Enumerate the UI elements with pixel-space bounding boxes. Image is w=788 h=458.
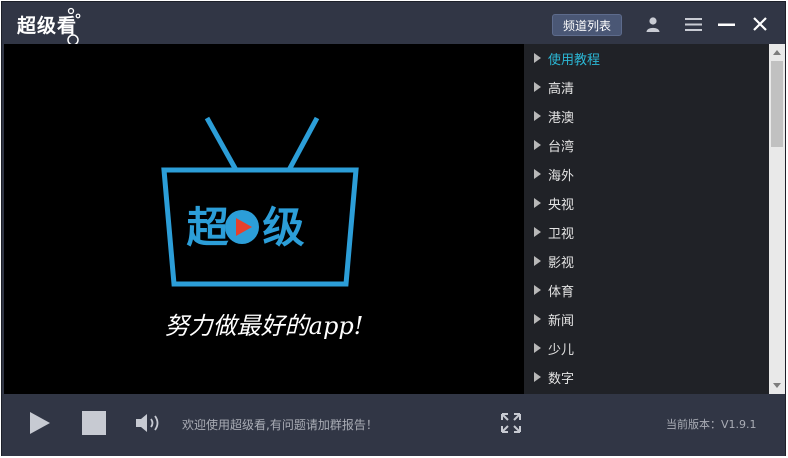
channel-list-scrollbar[interactable] bbox=[769, 44, 785, 394]
stop-icon[interactable] bbox=[82, 411, 106, 435]
expand-arrow-icon bbox=[534, 82, 541, 92]
control-bar: 欢迎使用超级看,有问题请加群报告！ 当前版本：V1.9.1 bbox=[2, 394, 785, 456]
tv-logo-text: 超级 bbox=[186, 203, 339, 252]
channel-item-taiwan[interactable]: 台湾 bbox=[524, 131, 769, 160]
volume-icon[interactable] bbox=[135, 412, 165, 434]
video-player[interactable]: 超级 努力做最好的app! bbox=[4, 44, 524, 394]
menu-icon[interactable] bbox=[682, 13, 704, 35]
close-icon[interactable] bbox=[749, 13, 771, 35]
scroll-up-arrow-icon[interactable] bbox=[769, 44, 785, 60]
channel-item-tutorial[interactable]: 使用教程 bbox=[524, 44, 769, 73]
channel-item-cctv[interactable]: 央视 bbox=[524, 189, 769, 218]
channel-item-overseas[interactable]: 海外 bbox=[524, 160, 769, 189]
channel-item-sports[interactable]: 体育 bbox=[524, 276, 769, 305]
scroll-down-arrow-icon[interactable] bbox=[769, 378, 785, 394]
expand-arrow-icon bbox=[534, 198, 541, 208]
play-icon[interactable] bbox=[29, 411, 51, 435]
scroll-thumb[interactable] bbox=[771, 61, 783, 147]
version-label: 当前版本：V1.9.1 bbox=[666, 418, 757, 431]
channel-item-hd[interactable]: 高清 bbox=[524, 73, 769, 102]
tagline: 努力做最好的app! bbox=[164, 312, 364, 340]
expand-arrow-icon bbox=[534, 227, 541, 237]
expand-arrow-icon bbox=[534, 314, 541, 324]
expand-arrow-icon bbox=[534, 372, 541, 382]
channel-item-digital[interactable]: 数字 bbox=[524, 363, 769, 392]
logo-bubbles-icon bbox=[67, 7, 81, 45]
expand-arrow-icon bbox=[534, 285, 541, 295]
expand-arrow-icon bbox=[534, 140, 541, 150]
expand-arrow-icon bbox=[534, 111, 541, 121]
fullscreen-icon[interactable] bbox=[501, 413, 521, 433]
channel-item-news[interactable]: 新闻 bbox=[524, 305, 769, 334]
user-icon[interactable] bbox=[642, 13, 664, 35]
expand-arrow-icon bbox=[534, 256, 541, 266]
channel-item-kids[interactable]: 少儿 bbox=[524, 334, 769, 363]
tv-logo bbox=[161, 116, 359, 287]
expand-arrow-icon bbox=[534, 343, 541, 353]
expand-arrow-icon bbox=[534, 53, 541, 63]
title-bar[interactable]: 超级看 频道列表 bbox=[2, 2, 785, 45]
expand-arrow-icon bbox=[534, 169, 541, 179]
channel-item-hk-macau[interactable]: 港澳 bbox=[524, 102, 769, 131]
channel-list: 使用教程 高清 港澳 台湾 海外 央视 卫视 影视 体育 新闻 少儿 数字 bbox=[524, 44, 769, 394]
channel-item-satellite[interactable]: 卫视 bbox=[524, 218, 769, 247]
minimize-icon[interactable] bbox=[715, 13, 737, 35]
app-window: 超级看 频道列表 超级 努力做最好的app! 使用教程 高清 港澳 台湾 海外 … bbox=[1, 1, 786, 456]
channel-list-button[interactable]: 频道列表 bbox=[552, 14, 622, 36]
channel-item-movies[interactable]: 影视 bbox=[524, 247, 769, 276]
welcome-message: 欢迎使用超级看,有问题请加群报告！ bbox=[182, 418, 378, 432]
